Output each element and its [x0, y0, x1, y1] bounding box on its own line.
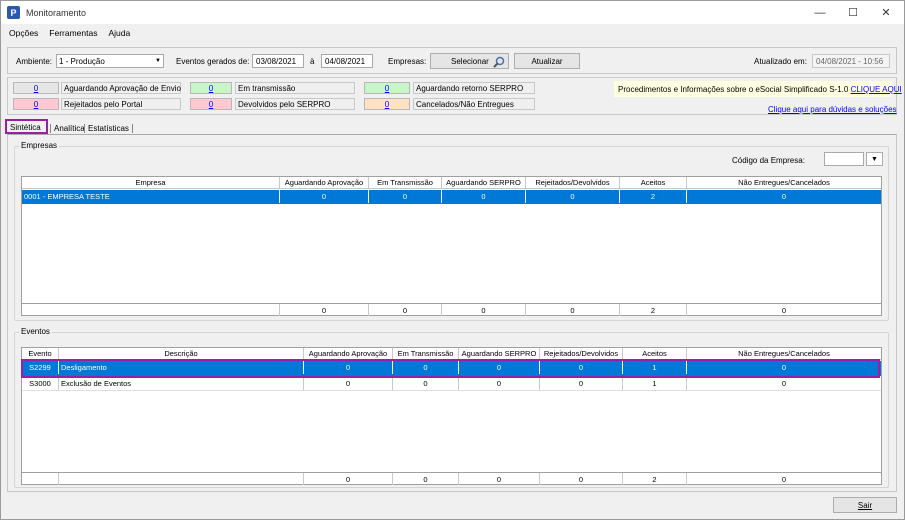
status-count-devolvidos[interactable]: 0: [190, 98, 232, 110]
col-aceitos[interactable]: Aceitos: [620, 177, 687, 189]
info-banner: Procedimentos e Informações sobre o eSoc…: [614, 81, 902, 97]
cell-nao-entregues: 0: [781, 192, 787, 201]
monitoramento-window: P Monitoramento — ☐ ✕ Opções Ferramentas…: [0, 0, 905, 520]
total-em-transmissao: 0: [369, 304, 442, 316]
status-count-rejeitados[interactable]: 0: [13, 98, 59, 110]
totals-row: 0 0 0 0 2 0: [22, 303, 881, 316]
atualizado-label: Atualizado em:: [754, 57, 807, 66]
status-label-aguardando-aprovacao: Aguardando Aprovação de Envio: [61, 82, 181, 94]
eventos-group-title: Eventos: [19, 327, 52, 336]
cell-aguardando-serpro: 0: [442, 190, 526, 203]
total-aguardando-aprovacao: 0: [304, 473, 393, 485]
info-link[interactable]: CLIQUE AQUI: [851, 85, 902, 94]
status-label-rejeitados: Rejeitados pelo Portal: [61, 98, 181, 110]
total-aceitos: 2: [620, 304, 687, 316]
title-bar: P Monitoramento — ☐ ✕: [1, 1, 904, 24]
total-evento: [22, 473, 59, 485]
cell-em-transmissao: 0: [369, 190, 442, 203]
col-em-transmissao[interactable]: Em Transmissão: [369, 177, 442, 189]
close-button[interactable]: ✕: [870, 1, 902, 24]
selecionar-button[interactable]: Selecionar: [430, 53, 509, 69]
help-link[interactable]: Clique aqui para dúvidas e soluções: [768, 105, 897, 114]
col-aguardando-aprovacao[interactable]: Aguardando Aprovação: [280, 177, 369, 189]
menu-opcoes[interactable]: Opções: [9, 28, 38, 38]
menu-ferramentas[interactable]: Ferramentas: [49, 28, 97, 38]
col-nao-entregues[interactable]: Não Entregues/Cancelados: [687, 177, 881, 189]
cell-evento: S3000: [22, 377, 59, 390]
cell-aguardando-serpro: 0: [459, 377, 540, 390]
date-from-field[interactable]: 03/08/2021: [252, 54, 304, 68]
minimize-button[interactable]: —: [804, 1, 836, 24]
status-count-aguardando-aprovacao[interactable]: 0: [13, 82, 59, 94]
ambiente-label: Ambiente:: [16, 57, 53, 66]
status-count-em-transmissao[interactable]: 0: [190, 82, 232, 94]
cell-descricao: Exclusão de Eventos: [59, 377, 304, 390]
status-count-cancelados[interactable]: 0: [364, 98, 410, 110]
eventos-gerados-label: Eventos gerados de:: [176, 57, 250, 66]
col-aguardando-serpro[interactable]: Aguardando SERPRO: [442, 177, 526, 189]
cell-aceitos: 2: [620, 190, 687, 203]
status-label-em-transmissao: Em transmissão: [235, 82, 355, 94]
chevron-down-icon[interactable]: ▼: [866, 152, 883, 166]
col-empresa[interactable]: Empresa: [22, 177, 280, 189]
row-highlight: [21, 359, 880, 378]
search-icon: [493, 56, 505, 68]
col-rejeitados-devolvidos[interactable]: Rejeitados/Devolvidos: [526, 177, 620, 189]
total-rejeitados: 0: [540, 473, 623, 485]
menu-ajuda[interactable]: Ajuda: [108, 28, 130, 38]
sair-button[interactable]: Sair: [833, 497, 897, 513]
tab-highlight: [5, 119, 48, 134]
date-to-field[interactable]: 04/08/2021: [321, 54, 373, 68]
empresas-label: Empresas:: [388, 57, 427, 66]
chevron-down-icon: ▼: [155, 58, 161, 64]
tab-estatisticas[interactable]: Estatísticas: [84, 124, 133, 133]
codigo-empresa-label: Código da Empresa:: [732, 156, 805, 165]
empresas-group-title: Empresas: [19, 141, 60, 150]
status-label-cancelados: Cancelados/Não Entregues: [413, 98, 535, 110]
info-text: Procedimentos e Informações sobre o eSoc…: [618, 84, 849, 94]
table-row[interactable]: S3000 Exclusão de Eventos 0 0 0 0 1 0: [22, 377, 881, 391]
menu-bar: Opções Ferramentas Ajuda: [1, 25, 904, 41]
cell-aceitos: 1: [623, 377, 687, 390]
cell-empresa: 0001 - EMPRESA TESTE: [22, 190, 280, 203]
date-separator: à: [310, 57, 315, 66]
window-title: Monitoramento: [26, 7, 87, 18]
app-icon: P: [7, 6, 20, 19]
cell-aguardando-aprovacao: 0: [304, 377, 393, 390]
ambiente-select[interactable]: 1 - Produção ▼: [56, 54, 164, 68]
totals-row: 0 0 0 0 2 0: [22, 472, 881, 485]
total-empresa: [22, 304, 280, 316]
maximize-button[interactable]: ☐: [837, 1, 869, 24]
codigo-empresa-field[interactable]: [824, 152, 864, 166]
total-aguardando-serpro: 0: [442, 304, 526, 316]
table-row[interactable]: 0001 - EMPRESA TESTE 0 0 0 0 2 0: [22, 190, 881, 204]
empresas-grid: Empresa Aguardando Aprovação Em Transmis…: [21, 176, 882, 316]
atualizar-button[interactable]: Atualizar: [514, 53, 580, 69]
status-label-devolvidos: Devolvidos pelo SERPRO: [235, 98, 355, 110]
selecionar-label: Selecionar: [451, 56, 489, 66]
total-nao-entregues: 0: [781, 305, 787, 315]
ambiente-value: 1 - Produção: [59, 56, 105, 66]
total-em-transmissao: 0: [393, 473, 459, 485]
atualizado-value: 04/08/2021 - 10:56: [812, 54, 890, 68]
total-aceitos: 2: [623, 473, 687, 485]
cell-nao-entregues: 0: [781, 379, 787, 388]
tab-analitica[interactable]: Analítica: [50, 124, 85, 133]
total-aguardando-serpro: 0: [459, 473, 540, 485]
cell-rejeitados: 0: [540, 377, 623, 390]
total-descricao: [59, 473, 304, 485]
total-aguardando-aprovacao: 0: [280, 304, 369, 316]
status-count-aguardando-retorno[interactable]: 0: [364, 82, 410, 94]
cell-em-transmissao: 0: [393, 377, 459, 390]
total-rejeitados: 0: [526, 304, 620, 316]
total-nao-entregues: 0: [781, 474, 787, 484]
cell-rejeitados: 0: [526, 190, 620, 203]
status-label-aguardando-retorno: Aguardando retorno SERPRO: [413, 82, 535, 94]
cell-aguardando-aprovacao: 0: [280, 190, 369, 203]
